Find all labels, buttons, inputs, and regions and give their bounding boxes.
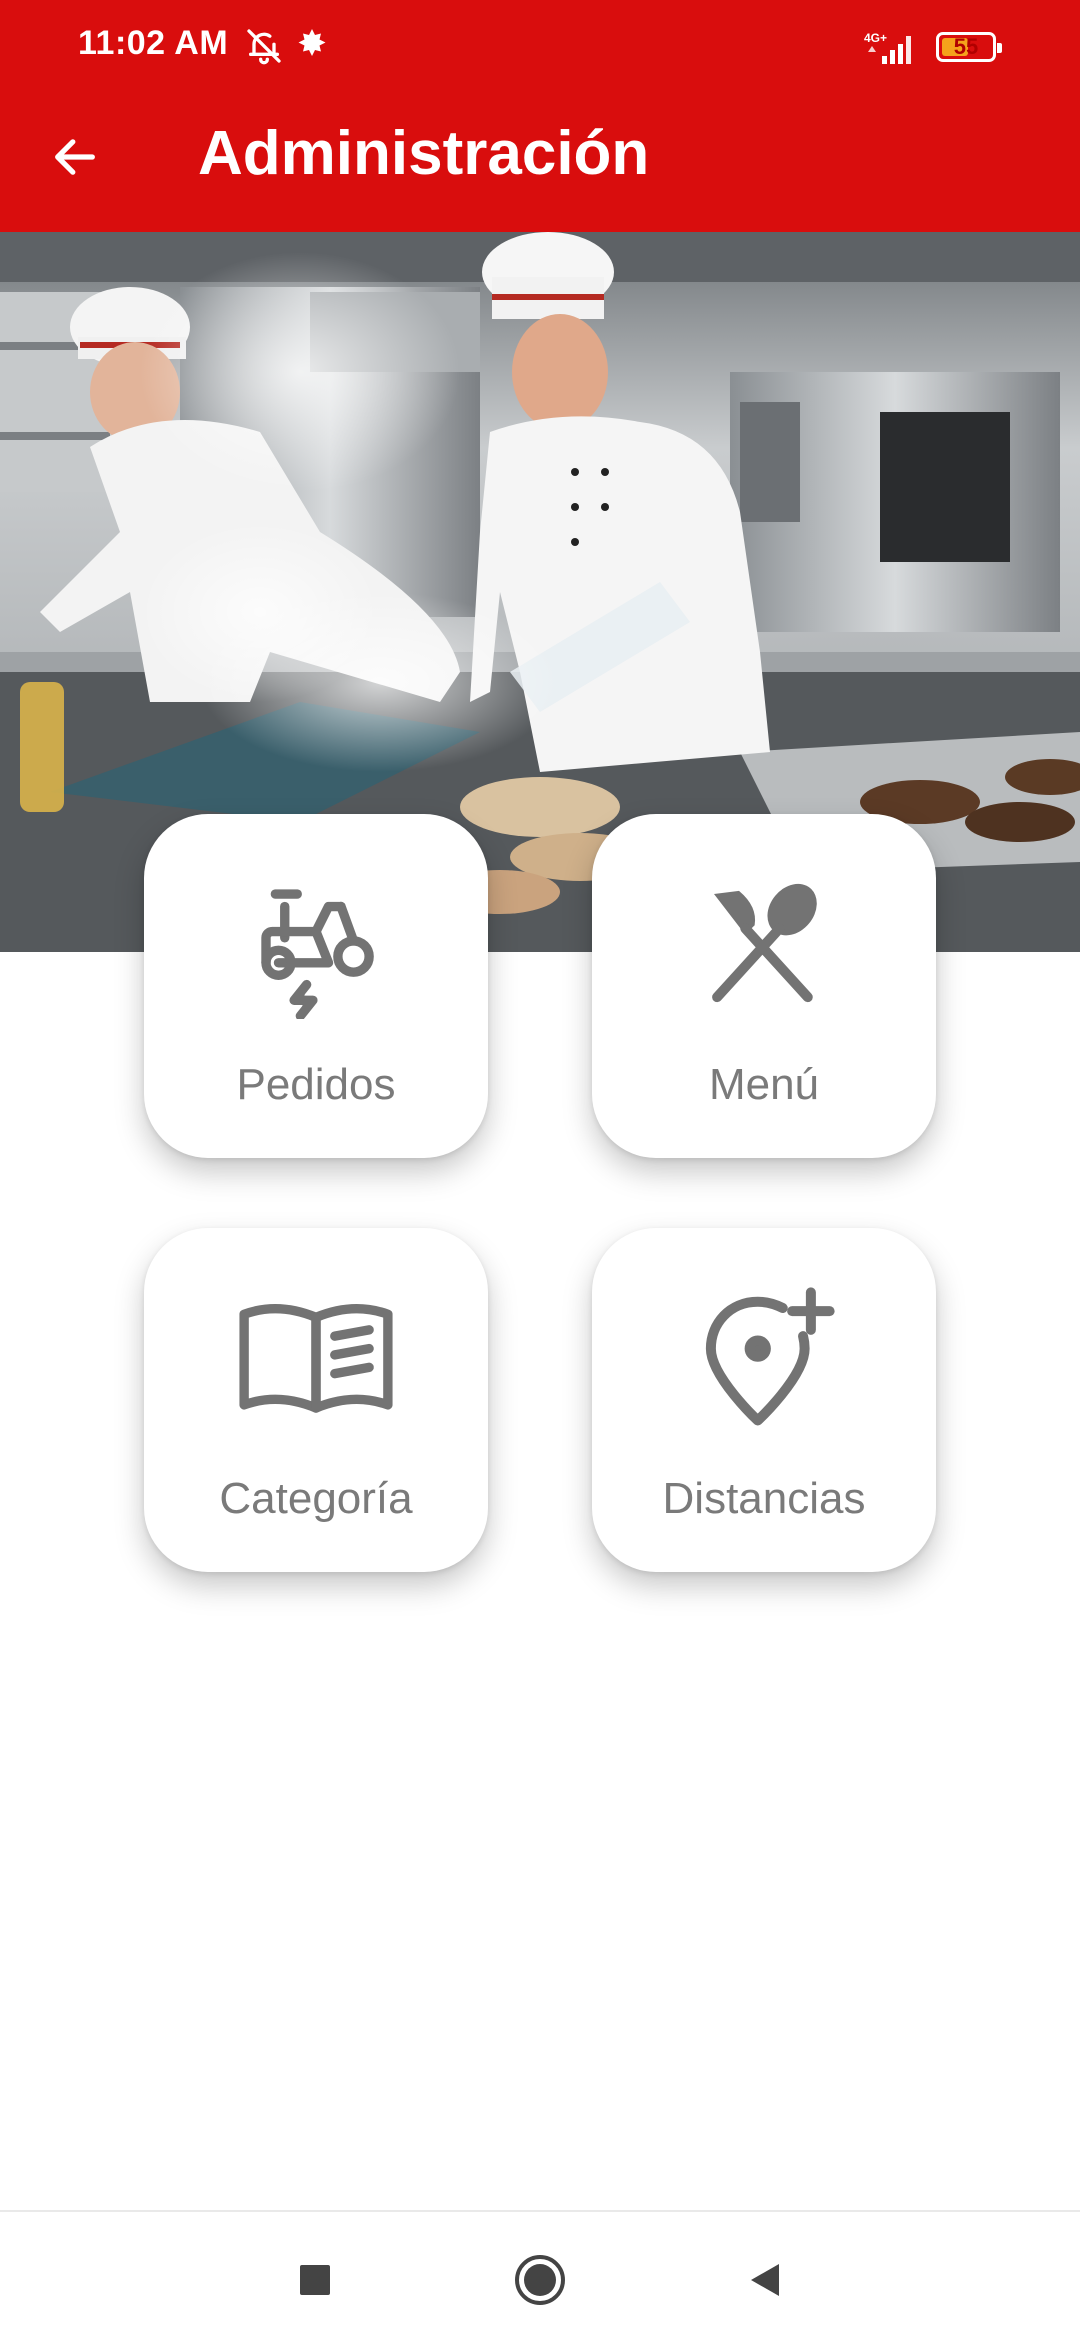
utensils-icon [592, 864, 936, 1024]
network-label: 4G+ [864, 31, 887, 45]
menu-card[interactable]: Menú [592, 814, 936, 1158]
app-bar: 11:02 AM 4G+ 55 Administración [0, 0, 1080, 232]
battery-level: 55 [953, 34, 979, 59]
battery-nub [997, 43, 1002, 53]
system-nav-bar [0, 2210, 1080, 2342]
bell-off-icon [244, 26, 288, 70]
categoria-card[interactable]: Categoría [144, 1228, 488, 1572]
page-title: Administración [198, 119, 650, 188]
recent-apps-icon [300, 2265, 330, 2295]
battery-icon: 55 [936, 32, 1002, 62]
categoria-label: Categoría [219, 1474, 413, 1523]
recent-apps-button[interactable] [285, 2250, 345, 2310]
status-time: 11:02 AM [78, 24, 229, 62]
distancias-card[interactable]: Distancias [592, 1228, 936, 1572]
open-book-icon [144, 1278, 488, 1438]
pedidos-label: Pedidos [236, 1060, 396, 1109]
pedidos-card[interactable]: Pedidos [144, 814, 488, 1158]
signal-icon: 4G+ [862, 30, 918, 66]
location-add-icon [592, 1278, 936, 1438]
distancias-label: Distancias [662, 1474, 866, 1523]
status-bar: 11:02 AM 4G+ 55 [0, 0, 1080, 96]
arrow-left-icon [55, 139, 95, 175]
back-button[interactable] [40, 122, 110, 192]
back-icon [751, 2264, 779, 2296]
menu-label: Menú [708, 1060, 820, 1109]
delivery-scooter-icon [144, 864, 488, 1024]
nav-back-button[interactable] [735, 2250, 795, 2310]
home-icon [515, 2255, 565, 2305]
leaf-notification-icon [294, 26, 338, 70]
home-button[interactable] [510, 2250, 570, 2310]
